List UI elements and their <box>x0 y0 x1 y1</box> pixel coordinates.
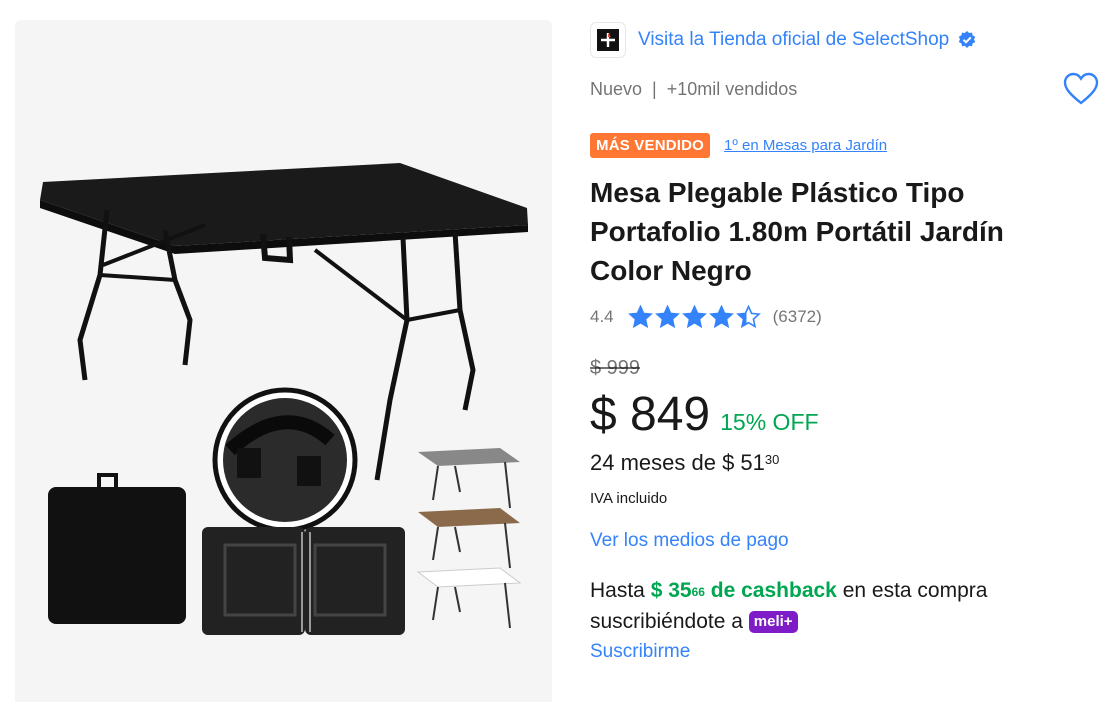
payment-methods-link[interactable]: Ver los medios de pago <box>590 530 789 552</box>
condition-separator: | <box>652 79 657 99</box>
condition-sold-text: Nuevo | +10mil vendidos <box>590 79 797 100</box>
subscribe-link[interactable]: Suscribirme <box>590 641 690 663</box>
review-count: (6372) <box>772 307 822 326</box>
sold-count: +10mil vendidos <box>666 79 798 99</box>
verified-check-icon <box>959 31 976 48</box>
cashback-text: Hasta $ 3566 de cashback en esta compra … <box>590 575 1090 637</box>
current-price: $ 849 <box>590 388 711 441</box>
installments-text: 24 meses de $ 5130 <box>590 450 779 476</box>
cashback-prefix: Hasta <box>590 579 645 602</box>
cashback-amount: $ 3566 de cashback <box>650 579 837 602</box>
star-icon <box>627 305 653 329</box>
original-price: $ 999 <box>590 357 641 379</box>
rating-stars <box>627 305 763 329</box>
product-image-gallery[interactable] <box>15 20 552 702</box>
condition-status: Nuevo <box>590 79 643 99</box>
discount-label: 15% OFF <box>720 409 819 435</box>
installments-amount: 24 meses de $ 51 <box>590 450 765 475</box>
official-store-row: Visita la Tienda oficial de SelectShop <box>590 22 977 58</box>
star-icon <box>654 305 680 329</box>
star-icon <box>735 305 761 329</box>
star-icon <box>708 305 734 329</box>
product-title: Mesa Plegable Plástico Tipo Portafolio 1… <box>590 177 1004 286</box>
star-icon <box>681 305 707 329</box>
rating-score: 4.4 <box>590 307 614 326</box>
product-image <box>40 163 528 635</box>
category-rank-link[interactable]: 1º en Mesas para Jardín <box>724 137 887 154</box>
heart-icon[interactable] <box>1063 72 1099 106</box>
meli-plus-badge: meli+ <box>748 611 798 633</box>
installments-cents: 30 <box>764 452 780 467</box>
price-row: $ 849 15% OFF <box>590 387 819 442</box>
selectshop-logo-icon[interactable] <box>590 22 626 58</box>
official-store-link[interactable]: Visita la Tienda oficial de SelectShop <box>638 29 949 51</box>
rating-row[interactable]: 4.4 (6372) <box>590 305 822 329</box>
best-seller-row: MÁS VENDIDO 1º en Mesas para Jardín <box>590 133 887 158</box>
tax-included-text: IVA incluido <box>590 490 668 507</box>
best-seller-badge: MÁS VENDIDO <box>590 133 711 158</box>
